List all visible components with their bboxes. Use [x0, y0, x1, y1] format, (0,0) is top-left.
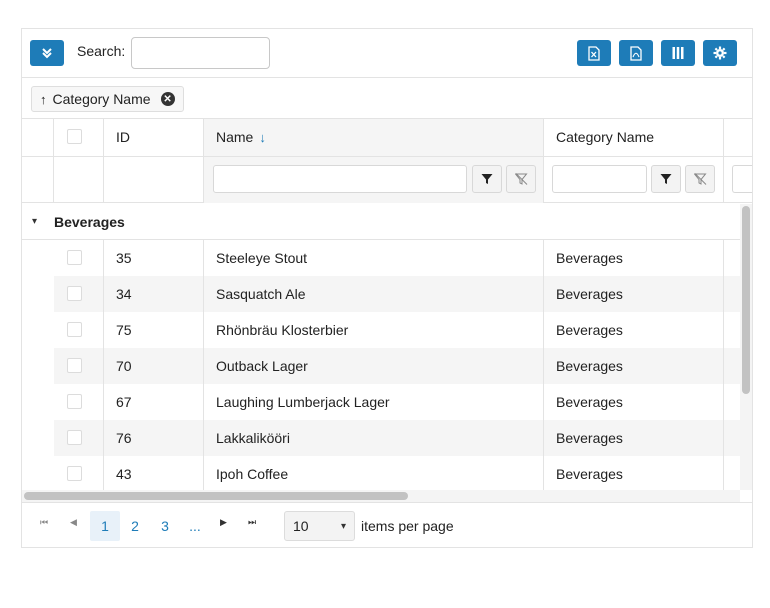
first-page-icon[interactable]: ⏮ — [40, 517, 48, 528]
name-filter-button[interactable] — [472, 165, 502, 193]
cell-id: 67 — [116, 394, 132, 410]
group-title: Beverages — [54, 214, 125, 230]
filter-icon — [660, 174, 672, 184]
clear-filter-icon — [514, 173, 528, 185]
cell-id: 34 — [116, 286, 132, 302]
table-row[interactable]: 67 Laughing Lumberjack Lager Beverages — [54, 384, 740, 420]
cell-category: Beverages — [556, 358, 623, 374]
cell-category: Beverages — [556, 394, 623, 410]
items-per-page-label: items per page — [361, 518, 454, 534]
cell-name: Sasquatch Ale — [216, 286, 306, 302]
search-label: Search: — [77, 43, 126, 59]
toolbar: Search: — [22, 29, 752, 78]
cell-id: 35 — [116, 250, 132, 266]
page-1-button[interactable]: 1 — [90, 511, 120, 541]
row-checkbox[interactable] — [67, 394, 82, 409]
name-filter-input[interactable] — [213, 165, 467, 193]
filter-icon — [481, 174, 493, 184]
group-chip-label: Category Name — [52, 91, 151, 107]
table-row[interactable]: 70 Outback Lager Beverages — [54, 348, 740, 384]
page-3-button[interactable]: 3 — [150, 511, 180, 541]
cell-id: 75 — [116, 322, 132, 338]
group-chip-category-name[interactable]: ↑ Category Name ✕ — [31, 86, 184, 112]
row-checkbox[interactable] — [67, 250, 82, 265]
sort-ascending-icon: ↑ — [40, 91, 47, 107]
cell-name: Outback Lager — [216, 358, 308, 374]
cell-name: Laughing Lumberjack Lager — [216, 394, 390, 410]
pdf-file-icon — [630, 45, 642, 61]
group-row-beverages[interactable]: ▾ Beverages — [22, 204, 740, 240]
header-divider — [22, 156, 752, 157]
select-all-checkbox[interactable] — [67, 129, 82, 144]
header-id[interactable]: ID — [104, 119, 204, 203]
data-grid: Search: ↑ Category Name ✕ ID Name ↓ Cate… — [21, 28, 753, 548]
row-checkbox[interactable] — [67, 322, 82, 337]
header-id-label: ID — [116, 129, 130, 145]
excel-file-icon — [588, 45, 600, 61]
page-size-value: 10 — [293, 518, 309, 534]
vertical-scrollbar[interactable] — [740, 204, 752, 490]
cell-category: Beverages — [556, 322, 623, 338]
cell-category: Beverages — [556, 250, 623, 266]
double-chevron-down-icon — [42, 48, 52, 59]
category-clear-filter-button[interactable] — [685, 165, 715, 193]
header-select-cell — [54, 119, 104, 203]
row-checkbox[interactable] — [67, 466, 82, 481]
cell-name: Ipoh Coffee — [216, 466, 289, 482]
columns-icon — [672, 47, 684, 59]
cell-category: Beverages — [556, 286, 623, 302]
prev-page-icon[interactable]: ◀ — [70, 517, 77, 528]
page-size-select[interactable]: 10 ▾ — [284, 511, 355, 541]
cell-name: Lakkalikööri — [216, 430, 290, 446]
name-clear-filter-button[interactable] — [506, 165, 536, 193]
export-pdf-button[interactable] — [619, 40, 653, 66]
cell-id: 43 — [116, 466, 132, 482]
export-excel-button[interactable] — [577, 40, 611, 66]
cell-category: Beverages — [556, 466, 623, 482]
table-row[interactable]: 34 Sasquatch Ale Beverages — [54, 276, 740, 312]
table-row[interactable]: 43 Ipoh Coffee Beverages — [54, 456, 740, 490]
next-column-filter-input[interactable] — [732, 165, 752, 193]
cell-id: 76 — [116, 430, 132, 446]
row-checkbox[interactable] — [67, 286, 82, 301]
column-chooser-button[interactable] — [661, 40, 695, 66]
grid-body: ▾ Beverages 35 Steeleye Stout Beverages … — [22, 204, 752, 490]
horizontal-scroll-thumb[interactable] — [24, 492, 408, 500]
table-row[interactable]: 35 Steeleye Stout Beverages — [54, 240, 740, 276]
category-filter-button[interactable] — [651, 165, 681, 193]
header-category[interactable]: Category Name — [544, 119, 724, 203]
expand-toggle-button[interactable] — [30, 40, 64, 66]
header-name-label: Name — [216, 129, 254, 145]
header-name[interactable]: Name ↓ — [204, 119, 544, 203]
settings-button[interactable] — [703, 40, 737, 66]
search-input[interactable] — [131, 37, 270, 69]
gear-icon — [713, 46, 727, 60]
grid-header: ID Name ↓ Category Name — [22, 119, 752, 203]
header-category-label: Category Name — [556, 129, 655, 145]
category-filter-input[interactable] — [552, 165, 647, 193]
collapse-triangle-icon[interactable]: ▾ — [32, 216, 37, 227]
chevron-down-icon: ▾ — [340, 521, 346, 532]
vertical-scroll-thumb[interactable] — [742, 206, 750, 394]
cell-category: Beverages — [556, 430, 623, 446]
more-pages-button[interactable]: ... — [180, 511, 210, 541]
group-panel: ↑ Category Name ✕ — [22, 78, 752, 119]
table-row[interactable]: 75 Rhönbräu Klosterbier Beverages — [54, 312, 740, 348]
table-row[interactable]: 76 Lakkalikööri Beverages — [54, 420, 740, 456]
clear-filter-icon — [693, 173, 707, 185]
next-page-icon[interactable]: ▶ — [220, 517, 227, 528]
header-next-column — [724, 119, 752, 203]
row-checkbox[interactable] — [67, 430, 82, 445]
cell-id: 70 — [116, 358, 132, 374]
cell-name: Rhönbräu Klosterbier — [216, 322, 349, 338]
close-icon[interactable]: ✕ — [160, 92, 175, 106]
cell-name: Steeleye Stout — [216, 250, 308, 266]
sort-descending-icon: ↓ — [259, 130, 266, 145]
horizontal-scrollbar[interactable] — [22, 490, 740, 502]
page-2-button[interactable]: 2 — [120, 511, 150, 541]
header-group-indent — [22, 119, 54, 203]
pager: ⏮ ◀ 1 2 3 ... ▶ ⏭ 10 ▾ items per page — [22, 502, 752, 548]
last-page-icon[interactable]: ⏭ — [248, 517, 256, 528]
row-checkbox[interactable] — [67, 358, 82, 373]
